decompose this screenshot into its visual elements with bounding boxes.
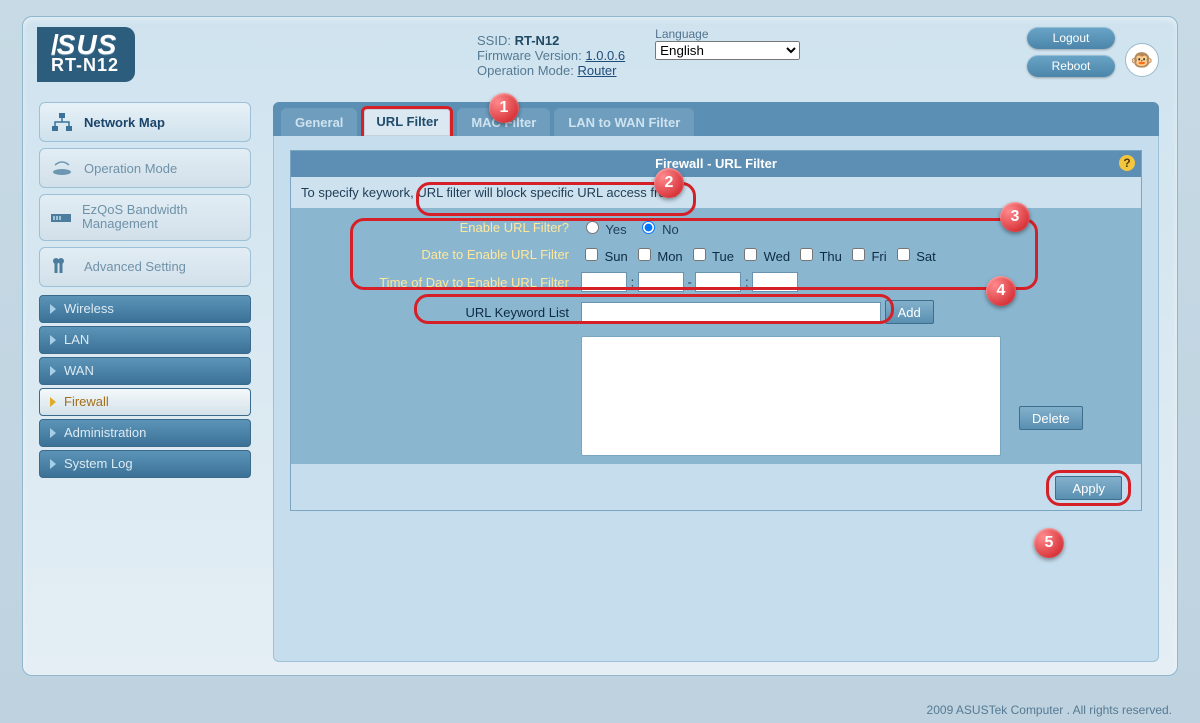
- firmware-link[interactable]: 1.0.0.6: [585, 48, 625, 63]
- callout-5: 5: [1034, 528, 1064, 558]
- add-button[interactable]: Add: [885, 300, 934, 324]
- sidebar: Network Map Operation Mode EzQoS Bandwid…: [39, 102, 251, 662]
- keyword-list[interactable]: [581, 336, 1001, 456]
- day-wed[interactable]: Wed: [740, 249, 790, 264]
- enable-no[interactable]: No: [637, 222, 678, 237]
- language-label: Language: [655, 27, 800, 41]
- tab-lan-to-wan-filter[interactable]: LAN to WAN Filter: [554, 108, 694, 136]
- tab-general[interactable]: General: [281, 108, 357, 136]
- tab-mac-filter[interactable]: MAC Filter: [457, 108, 550, 136]
- sidebar-item-wireless[interactable]: Wireless: [39, 295, 251, 323]
- opmode-link[interactable]: Router: [577, 63, 616, 78]
- time-from-m[interactable]: [638, 272, 684, 292]
- sidebar-item-label: WAN: [64, 363, 94, 378]
- sidebar-item-label: Firewall: [64, 394, 109, 409]
- sidebar-item-firewall[interactable]: Firewall: [39, 388, 251, 416]
- day-mon[interactable]: Mon: [634, 249, 683, 264]
- chevron-right-icon: [50, 459, 56, 469]
- time-to-h[interactable]: [695, 272, 741, 292]
- sidebar-item-label: Operation Mode: [84, 161, 177, 176]
- sidebar-item-label: EzQoS Bandwidth Management: [82, 203, 240, 232]
- tab-url-filter[interactable]: URL Filter: [361, 106, 453, 136]
- sidebar-item-operation-mode[interactable]: Operation Mode: [39, 148, 251, 188]
- chevron-right-icon: [50, 366, 56, 376]
- logout-button[interactable]: Logout: [1027, 27, 1115, 49]
- sidebar-item-ezqos[interactable]: EzQoS Bandwidth Management: [39, 194, 251, 241]
- date-label: Date to Enable URL Filter: [295, 241, 575, 268]
- router-icon: [50, 157, 74, 179]
- sidebar-item-lan[interactable]: LAN: [39, 326, 251, 354]
- apply-button[interactable]: Apply: [1055, 476, 1122, 500]
- sidebar-item-system-log[interactable]: System Log: [39, 450, 251, 478]
- day-sun[interactable]: Sun: [581, 249, 628, 264]
- device-model: RT-N12: [51, 55, 119, 76]
- avatar-icon: 🐵: [1125, 43, 1159, 77]
- sidebar-item-label: Advanced Setting: [84, 259, 186, 274]
- keyword-input[interactable]: [581, 302, 881, 322]
- help-icon[interactable]: ?: [1119, 155, 1135, 171]
- bandwidth-icon: [50, 206, 72, 228]
- system-info: SSID: RT-N12 Firmware Version: 1.0.0.6 O…: [477, 27, 625, 78]
- network-icon: [50, 111, 74, 133]
- enable-label: Enable URL Filter?: [295, 214, 575, 241]
- day-tue[interactable]: Tue: [689, 249, 734, 264]
- day-thu[interactable]: Thu: [796, 249, 842, 264]
- delete-button[interactable]: Delete: [1019, 406, 1083, 430]
- time-label: Time of Day to Enable URL Filter: [295, 268, 575, 296]
- chevron-right-icon: [50, 397, 56, 407]
- header: SUS RT-N12 SSID: RT-N12 Firmware Version…: [23, 17, 1177, 102]
- language-select[interactable]: English: [655, 41, 800, 60]
- sidebar-item-label: Wireless: [64, 301, 114, 316]
- sidebar-item-label: Network Map: [84, 115, 165, 130]
- panel-title: Firewall - URL Filter ?: [291, 151, 1141, 177]
- panel-description: To specify keywork, URL filter will bloc…: [291, 177, 1141, 208]
- tab-bar: GeneralURL FilterMAC FilterLAN to WAN Fi…: [273, 102, 1159, 136]
- time-inputs: : - :: [575, 268, 1137, 296]
- chevron-right-icon: [50, 428, 56, 438]
- sidebar-item-label: System Log: [64, 456, 133, 471]
- time-from-h[interactable]: [581, 272, 627, 292]
- enable-yes[interactable]: Yes: [581, 222, 627, 237]
- day-fri[interactable]: Fri: [848, 249, 887, 264]
- main-panel: GeneralURL FilterMAC FilterLAN to WAN Fi…: [273, 102, 1159, 662]
- chevron-right-icon: [50, 335, 56, 345]
- footer-text: 2009 ASUSTek Computer . All rights reser…: [927, 703, 1172, 717]
- day-sat[interactable]: Sat: [893, 249, 936, 264]
- sidebar-item-advanced[interactable]: Advanced Setting: [39, 247, 251, 287]
- sidebar-item-label: LAN: [64, 332, 89, 347]
- content-area: Firewall - URL Filter ? To specify keywo…: [273, 136, 1159, 662]
- tools-icon: [50, 256, 74, 278]
- sidebar-item-label: Administration: [64, 425, 146, 440]
- keyword-label: URL Keyword List: [295, 296, 575, 328]
- time-to-m[interactable]: [752, 272, 798, 292]
- reboot-button[interactable]: Reboot: [1027, 55, 1115, 77]
- sidebar-item-wan[interactable]: WAN: [39, 357, 251, 385]
- sidebar-item-administration[interactable]: Administration: [39, 419, 251, 447]
- sidebar-item-network-map[interactable]: Network Map: [39, 102, 251, 142]
- chevron-right-icon: [50, 304, 56, 314]
